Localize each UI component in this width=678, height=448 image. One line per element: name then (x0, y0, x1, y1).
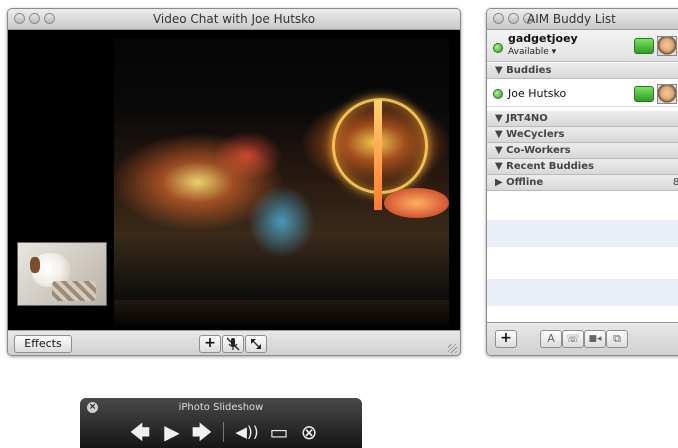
video-chat-titlebar[interactable]: Video Chat with Joe Hutsko (8, 9, 460, 30)
group-recent-buddies[interactable]: ▼ Recent Buddies (487, 159, 678, 175)
group-jrt4no[interactable]: ▼ JRT4NO (487, 111, 678, 127)
close-window-button[interactable] (493, 13, 504, 24)
remote-video-feed (114, 38, 449, 300)
my-avatar[interactable] (657, 36, 677, 56)
video-toolbar: Effects + (8, 330, 460, 355)
buddy-list-titlebar[interactable]: AIM Buddy List (487, 9, 678, 30)
self-preview-video[interactable] (17, 242, 107, 306)
effects-button[interactable]: Effects (14, 335, 72, 353)
screen-share-icon[interactable]: ⧉ (606, 330, 628, 348)
previous-arrow-icon[interactable]: 🡄 (128, 420, 152, 444)
window-title: Video Chat with Joe Hutsko (152, 12, 316, 26)
next-arrow-icon[interactable]: 🡆 (190, 420, 214, 444)
exit-slideshow-icon[interactable]: ⊗ (296, 420, 322, 444)
add-buddy-button[interactable]: + (495, 330, 517, 348)
video-capable-icon[interactable] (634, 86, 654, 102)
video-reflection (114, 300, 449, 330)
text-chat-button[interactable]: A (540, 330, 562, 348)
mute-microphone-button[interactable] (222, 335, 244, 353)
slideshow-hud: × iPhoto Slideshow 🡄 ▶ 🡆 ◀)) ▭ ⊗ (80, 398, 362, 448)
group-offline[interactable]: ▶ Offline 8 (487, 175, 678, 191)
available-status-icon (493, 43, 503, 53)
slideshow-title: iPhoto Slideshow (178, 402, 264, 413)
divider (223, 422, 224, 442)
group-offline-label: ▶ Offline (495, 177, 544, 188)
my-screen-name: gadgetjoey (508, 32, 578, 45)
buddy-list-toolbar: + A ☏ ■◂ ⧉ (487, 322, 678, 355)
video-capable-icon (634, 38, 654, 54)
microphone-mute-icon (226, 337, 240, 351)
play-icon[interactable]: ▶ (160, 420, 184, 444)
ride-canopy (384, 188, 449, 218)
video-chat-icon[interactable]: ■◂ (584, 330, 606, 348)
buddy-list-window: AIM Buddy List gadgetjoey Available ▾ ▼ … (486, 8, 678, 356)
list-stripe (487, 220, 678, 247)
video-chat-window: Video Chat with Joe Hutsko Effects + (7, 8, 461, 356)
window-title: AIM Buddy List (527, 12, 616, 26)
phone-icon[interactable]: ☏ (562, 330, 584, 348)
expand-arrows-icon (251, 339, 261, 349)
group-wecyclers[interactable]: ▼ WeCyclers (487, 127, 678, 143)
buddy-avatar (657, 84, 677, 104)
volume-icon[interactable]: ◀)) (230, 420, 264, 444)
my-status-panel: gadgetjoey Available ▾ (487, 30, 678, 62)
buddy-row-joe-hutsko[interactable]: Joe Hutsko (487, 80, 678, 107)
video-area (8, 30, 460, 330)
minimize-window-button[interactable] (508, 13, 519, 24)
offline-count: 8 (673, 175, 678, 191)
resize-grip[interactable] (448, 344, 457, 353)
display-icon[interactable]: ▭ (266, 420, 292, 444)
group-buddies[interactable]: ▼ Buddies (487, 63, 678, 79)
list-stripe (487, 279, 678, 306)
tower-lights (374, 100, 382, 210)
dog-ear (30, 257, 40, 273)
available-status-icon (493, 89, 503, 99)
buddy-name: Joe Hutsko (508, 87, 567, 100)
add-participant-button[interactable]: + (199, 335, 221, 353)
fullscreen-button[interactable] (245, 335, 267, 353)
plaid-blanket (52, 281, 96, 301)
status-dropdown[interactable]: Available ▾ (508, 47, 556, 57)
group-co-workers[interactable]: ▼ Co-Workers (487, 143, 678, 159)
